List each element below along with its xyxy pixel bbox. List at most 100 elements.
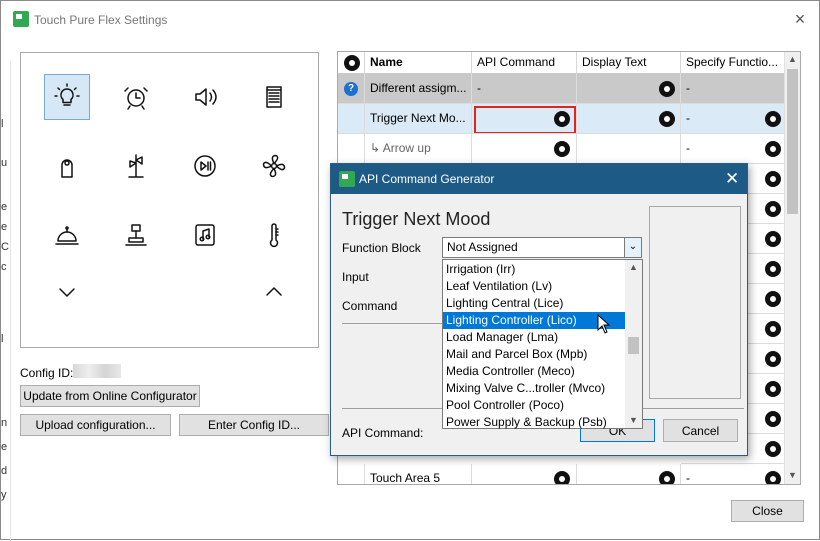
gear-icon[interactable] (767, 203, 779, 215)
dialog-heading: Trigger Next Mood (342, 209, 491, 229)
lightbulb-icon (54, 83, 80, 106)
grid-scroll-thumb[interactable] (787, 69, 798, 214)
cell-api-command[interactable]: - (472, 74, 577, 104)
alarm-clock-icon-cell[interactable] (113, 74, 159, 120)
edge-char: l (1, 118, 4, 130)
gear-icon[interactable] (767, 323, 779, 335)
cell-name[interactable]: ↳ Arrow up (365, 134, 472, 164)
dropdown-option[interactable]: Power Supply & Backup (Psb) (443, 414, 625, 429)
column-header-specify-function[interactable]: Specify Functio... (681, 52, 786, 74)
enter-config-id-button[interactable]: Enter Config ID... (179, 414, 329, 436)
gear-icon[interactable] (767, 353, 779, 365)
thermometer-icon-cell[interactable] (251, 212, 297, 258)
function-block-dropdown[interactable]: Irrigation (Irr) Leaf Ventilation (Lv) L… (442, 259, 643, 429)
gear-icon[interactable] (767, 473, 779, 484)
signpost-icon-cell[interactable] (113, 143, 159, 189)
desk-lamp-icon-cell[interactable] (113, 212, 159, 258)
dropdown-option[interactable]: Lighting Central (Lice) (443, 295, 625, 312)
cell-name[interactable]: Different assigm... (365, 74, 472, 104)
gear-icon[interactable] (556, 113, 568, 125)
cell-specify-function[interactable]: - (681, 74, 786, 104)
gear-icon[interactable] (661, 113, 673, 125)
main-titlebar[interactable]: Touch Pure Flex Settings × (1, 1, 819, 37)
cell-api-command[interactable] (472, 134, 577, 164)
gear-icon[interactable] (767, 233, 779, 245)
cancel-button[interactable]: Cancel (663, 419, 738, 442)
dropdown-scroll-thumb[interactable] (628, 337, 639, 354)
door-hanger-icon (61, 159, 73, 178)
dropdown-option[interactable]: Leaf Ventilation (Lv) (443, 278, 625, 295)
cell-display-text[interactable] (577, 134, 681, 164)
close-button[interactable]: Close (731, 500, 804, 522)
edge-char: d (1, 465, 8, 477)
chevron-up-cell[interactable] (251, 269, 297, 315)
cell-api-command[interactable] (472, 104, 577, 134)
cell-api-command[interactable] (472, 464, 577, 484)
gear-icon[interactable] (661, 83, 673, 95)
upload-configuration-button[interactable]: Upload configuration... (20, 414, 171, 436)
door-hanger-icon-cell[interactable] (44, 143, 90, 189)
edge-char: C (1, 241, 9, 253)
row-marker: ? (338, 74, 365, 104)
gear-icon[interactable] (767, 173, 779, 185)
edge-char: c (1, 261, 7, 273)
dropdown-option[interactable]: Irrigation (Irr) (443, 261, 625, 278)
room-service-icon-cell[interactable] (44, 212, 90, 258)
help-icon[interactable]: ? (344, 82, 358, 96)
cell-display-text[interactable] (577, 464, 681, 484)
dropdown-scrollbar[interactable]: ▲ ▼ (625, 260, 642, 428)
cell-name[interactable]: Touch Area 5 (365, 464, 472, 484)
grid-vertical-scrollbar[interactable]: ▲ ▼ (784, 52, 800, 484)
gear-icon[interactable] (767, 143, 779, 155)
gear-icon[interactable] (767, 443, 779, 455)
dialog-titlebar[interactable]: API Command Generator ✕ (331, 164, 747, 194)
music-note-icon (195, 224, 215, 246)
function-block-select[interactable]: Not Assigned ⌄ (442, 237, 642, 258)
edge-char: l (1, 333, 4, 345)
gear-icon[interactable] (767, 113, 779, 125)
dropdown-option[interactable]: Media Controller (Meco) (443, 363, 625, 380)
gear-icon[interactable] (556, 473, 568, 484)
dialog-close-button[interactable]: ✕ (725, 170, 739, 187)
dropdown-option[interactable]: Mail and Parcel Box (Mpb) (443, 346, 625, 363)
speaker-icon-cell[interactable] (182, 74, 228, 120)
fan-icon-cell[interactable] (251, 143, 297, 189)
window-close-button[interactable]: × (791, 10, 809, 28)
scroll-up-arrow-icon[interactable]: ▲ (625, 262, 642, 272)
edge-char: u (1, 157, 8, 169)
column-header-api-command[interactable]: API Command (472, 52, 577, 74)
chevron-down-cell[interactable] (44, 269, 90, 315)
gear-icon[interactable] (661, 473, 673, 484)
cell-display-text[interactable] (577, 74, 681, 104)
signpost-icon (128, 154, 144, 178)
music-note-icon-cell[interactable] (182, 212, 228, 258)
column-header-display-text[interactable]: Display Text (577, 52, 681, 74)
cell-specify-function-text: - (686, 111, 690, 125)
gear-icon[interactable] (767, 263, 779, 275)
lightbulb-icon-cell[interactable] (44, 74, 90, 120)
background-window-edge: l u e e C c l n e d y (1, 61, 11, 541)
scroll-down-arrow-icon[interactable]: ▼ (625, 415, 642, 425)
gear-icon[interactable] (556, 143, 568, 155)
blinds-icon (266, 86, 282, 108)
dropdown-option[interactable]: Mixing Valve C...troller (Mvco) (443, 380, 625, 397)
cell-display-text[interactable] (577, 104, 681, 134)
cell-specify-function[interactable]: - (681, 464, 786, 485)
scroll-up-arrow-icon[interactable]: ▲ (785, 54, 800, 64)
cell-specify-function[interactable]: - (681, 134, 786, 164)
gear-icon[interactable] (767, 293, 779, 305)
gear-icon[interactable] (767, 413, 779, 425)
play-pause-icon-cell[interactable] (182, 143, 228, 189)
cell-specify-function[interactable]: - (681, 104, 786, 134)
column-header-name[interactable]: Name (365, 52, 472, 74)
cell-name[interactable]: Trigger Next Mo... (365, 104, 472, 134)
update-from-online-configurator-button[interactable]: Update from Online Configurator (20, 385, 200, 407)
command-label: Command (342, 299, 398, 313)
blinds-icon-cell[interactable] (251, 74, 297, 120)
header-settings-cell[interactable] (338, 52, 365, 74)
dropdown-option[interactable]: Pool Controller (Poco) (443, 397, 625, 414)
chevron-down-icon[interactable]: ⌄ (624, 238, 641, 257)
scroll-down-arrow-icon[interactable]: ▼ (785, 470, 800, 480)
gear-icon[interactable] (767, 383, 779, 395)
cell-specify-function-text: - (686, 471, 690, 485)
